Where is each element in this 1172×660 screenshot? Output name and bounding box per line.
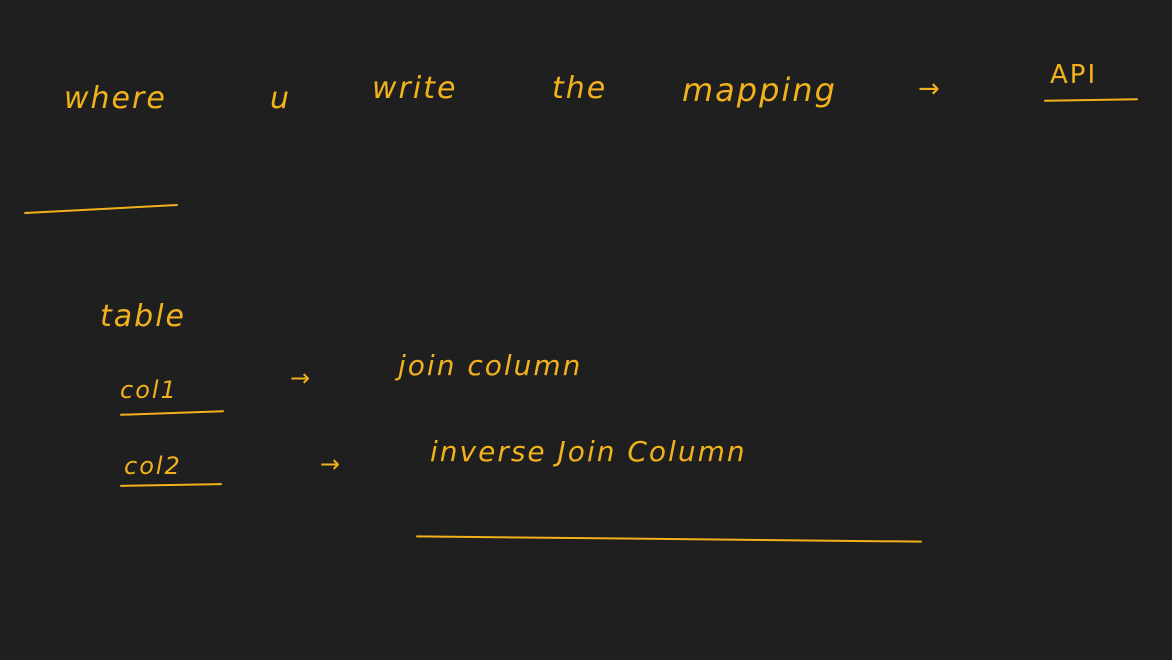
- arrow-to-api: →: [918, 74, 942, 104]
- col1-underline: [119, 410, 225, 416]
- col1-mapping-value: join column: [398, 349, 583, 382]
- api-underline: [1043, 98, 1139, 102]
- col1-label: col1: [120, 376, 178, 404]
- word-u: u: [270, 81, 292, 116]
- col2-label: col2: [124, 452, 182, 480]
- word-the: the: [552, 71, 608, 106]
- word-write: write: [372, 71, 458, 106]
- divider-stroke: [24, 203, 178, 215]
- word-api: API: [1050, 60, 1098, 90]
- word-mapping: mapping: [682, 71, 837, 109]
- whiteboard-canvas: where u write the mapping → API table co…: [0, 0, 1172, 660]
- table-label: table: [100, 299, 186, 334]
- col2-underline: [119, 483, 223, 487]
- row2-arrow: →: [320, 450, 343, 478]
- col2-mapping-value: inverse Join Column: [430, 435, 747, 468]
- row1-arrow: →: [290, 364, 313, 392]
- word-where: where: [64, 81, 167, 116]
- mapping-underline: [416, 535, 922, 543]
